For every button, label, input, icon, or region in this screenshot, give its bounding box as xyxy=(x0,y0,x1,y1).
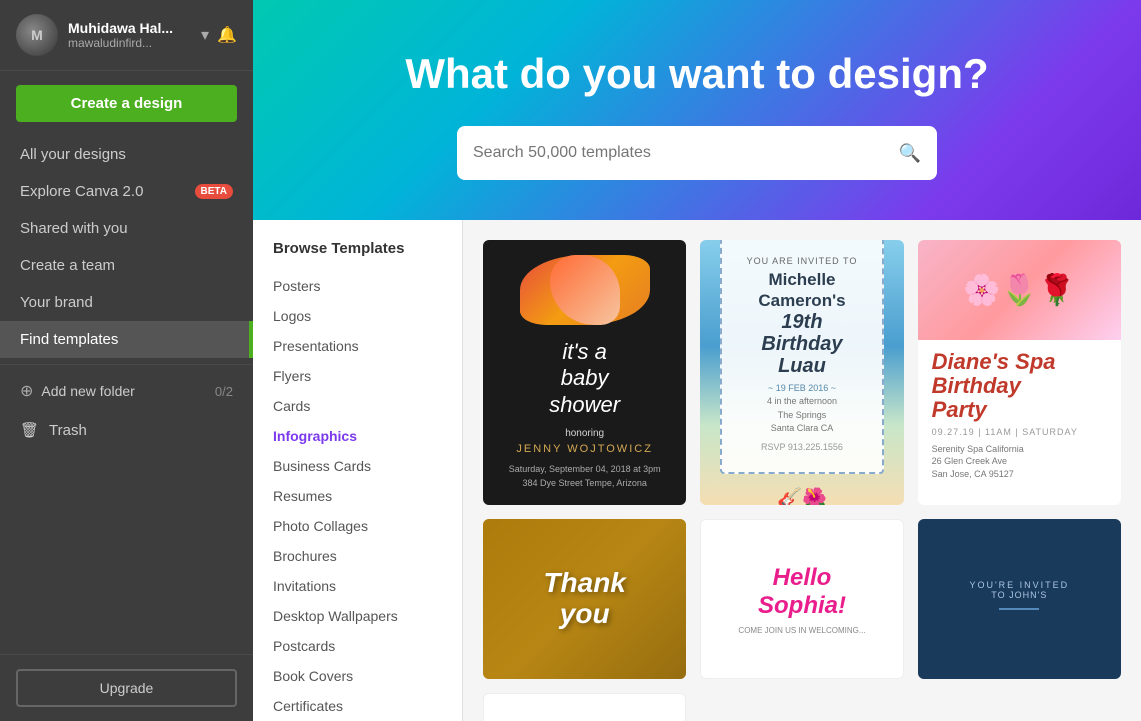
template-item-postcards[interactable]: Postcards xyxy=(273,631,462,661)
spa-title: Diane's SpaBirthdayParty xyxy=(932,350,1107,423)
chevron-down-icon[interactable]: ▾ xyxy=(201,25,209,45)
trash-icon: 🗑 xyxy=(20,421,39,439)
header-icons: ▾ 🔔 xyxy=(201,25,237,45)
hero-title: What do you want to design? xyxy=(405,50,988,98)
sidebar-item-find-templates[interactable]: Find templates xyxy=(0,321,253,358)
spa-address: Serenity Spa California 26 Glen Creek Av… xyxy=(932,443,1107,481)
gallery-card-school[interactable]: 📐✏️🎨📚🖥️🔬 ASHTON SCHOOL 2016 YEARBOOK xyxy=(483,693,686,721)
search-icon[interactable]: 🔍 xyxy=(899,143,921,164)
create-design-button[interactable]: Create a design xyxy=(16,85,237,122)
template-item-logos[interactable]: Logos xyxy=(273,301,462,331)
sidebar-item-label: Explore Canva 2.0 xyxy=(20,183,143,200)
sidebar: M Muhidawa Hal... mawaludinfird... ▾ 🔔 C… xyxy=(0,0,253,721)
template-item-photo-collages[interactable]: Photo Collages xyxy=(273,511,462,541)
notification-icon[interactable]: 🔔 xyxy=(217,25,237,45)
template-item-infographics[interactable]: Infographics xyxy=(273,421,462,451)
upgrade-button[interactable]: Upgrade xyxy=(16,669,237,707)
sidebar-item-label: Shared with you xyxy=(20,220,128,237)
gallery-card-invited[interactable]: YOU'RE INVITED TO JOHN'S xyxy=(918,519,1121,679)
sidebar-item-trash[interactable]: 🗑 Trash xyxy=(0,411,253,449)
template-item-book-covers[interactable]: Book Covers xyxy=(273,661,462,691)
search-input[interactable] xyxy=(473,144,899,162)
gallery-card-birthday-luau[interactable]: YOU ARE INVITED TO Michelle Cameron's 19… xyxy=(700,240,903,505)
template-item-certificates[interactable]: Certificates xyxy=(273,691,462,721)
main-content: What do you want to design? 🔍 Browse Tem… xyxy=(253,0,1141,721)
template-item-resumes[interactable]: Resumes xyxy=(273,481,462,511)
template-item-business-cards[interactable]: Business Cards xyxy=(273,451,462,481)
user-email: mawaludinfird... xyxy=(68,36,191,50)
add-folder-label: Add new folder xyxy=(41,383,134,399)
browse-templates-heading: Browse Templates xyxy=(273,240,462,257)
hello-content: HelloSophia! COME JOIN US IN WELCOMING..… xyxy=(738,564,865,635)
sidebar-item-explore[interactable]: Explore Canva 2.0 BETA xyxy=(0,173,253,210)
template-item-invitations[interactable]: Invitations xyxy=(273,571,462,601)
templates-panel: Browse Templates Posters Logos Presentat… xyxy=(253,220,463,721)
hero-section: What do you want to design? 🔍 xyxy=(253,0,1141,220)
trash-label: Trash xyxy=(49,422,87,439)
avatar: M xyxy=(16,14,58,56)
template-item-posters[interactable]: Posters xyxy=(273,271,462,301)
gallery-card-hello[interactable]: HelloSophia! COME JOIN US IN WELCOMING..… xyxy=(700,519,903,679)
folder-count: 0/2 xyxy=(215,384,233,399)
sidebar-item-brand[interactable]: Your brand xyxy=(0,284,253,321)
sidebar-nav: All your designs Explore Canva 2.0 BETA … xyxy=(0,136,253,654)
plus-icon: ⊕ xyxy=(20,381,33,401)
sidebar-item-label: Create a team xyxy=(20,257,115,274)
add-folder-button[interactable]: ⊕ Add new folder 0/2 xyxy=(0,371,253,411)
sidebar-bottom: Upgrade xyxy=(0,654,253,721)
content-area: Browse Templates Posters Logos Presentat… xyxy=(253,220,1141,721)
beta-badge: BETA xyxy=(195,184,233,199)
template-item-cards[interactable]: Cards xyxy=(273,391,462,421)
luau-content: YOU ARE INVITED TO Michelle Cameron's 19… xyxy=(720,240,883,474)
invited-content: YOU'RE INVITED TO JOHN'S xyxy=(969,580,1069,618)
sidebar-item-create-team[interactable]: Create a team xyxy=(0,247,253,284)
search-bar: 🔍 xyxy=(457,126,937,180)
template-item-brochures[interactable]: Brochures xyxy=(273,541,462,571)
invited-label: YOU'RE INVITED xyxy=(969,580,1069,590)
user-name: Muhidawa Hal... xyxy=(68,20,191,36)
user-info: Muhidawa Hal... mawaludinfird... xyxy=(68,20,191,50)
spa-content: Diane's SpaBirthdayParty 09.27.19 | 11AM… xyxy=(918,340,1121,505)
sidebar-header: M Muhidawa Hal... mawaludinfird... ▾ 🔔 xyxy=(0,0,253,71)
spa-flowers: 🌸🌷🌹 xyxy=(918,240,1121,340)
gallery-card-spa-birthday[interactable]: 🌸🌷🌹 Diane's SpaBirthdayParty 09.27.19 | … xyxy=(918,240,1121,505)
sidebar-item-label: All your designs xyxy=(20,146,126,163)
sidebar-item-all-designs[interactable]: All your designs xyxy=(0,136,253,173)
sidebar-item-shared[interactable]: Shared with you xyxy=(0,210,253,247)
sidebar-item-label: Find templates xyxy=(20,331,118,348)
template-item-presentations[interactable]: Presentations xyxy=(273,331,462,361)
sidebar-item-label: Your brand xyxy=(20,294,93,311)
hello-text: HelloSophia! xyxy=(738,564,865,620)
template-item-flyers[interactable]: Flyers xyxy=(273,361,462,391)
template-item-desktop-wallpapers[interactable]: Desktop Wallpapers xyxy=(273,601,462,631)
gallery-card-thank-you[interactable]: Thankyou xyxy=(483,519,686,679)
gallery: it's ababyshower honoring JENNY WOJTOWIC… xyxy=(463,220,1141,721)
luau-subtitle: YOU ARE INVITED TO xyxy=(738,256,865,266)
gallery-card-baby-shower[interactable]: it's ababyshower honoring JENNY WOJTOWIC… xyxy=(483,240,686,505)
thankyou-text: Thankyou xyxy=(543,568,625,630)
spa-date: 09.27.19 | 11AM | SATURDAY xyxy=(932,427,1107,437)
